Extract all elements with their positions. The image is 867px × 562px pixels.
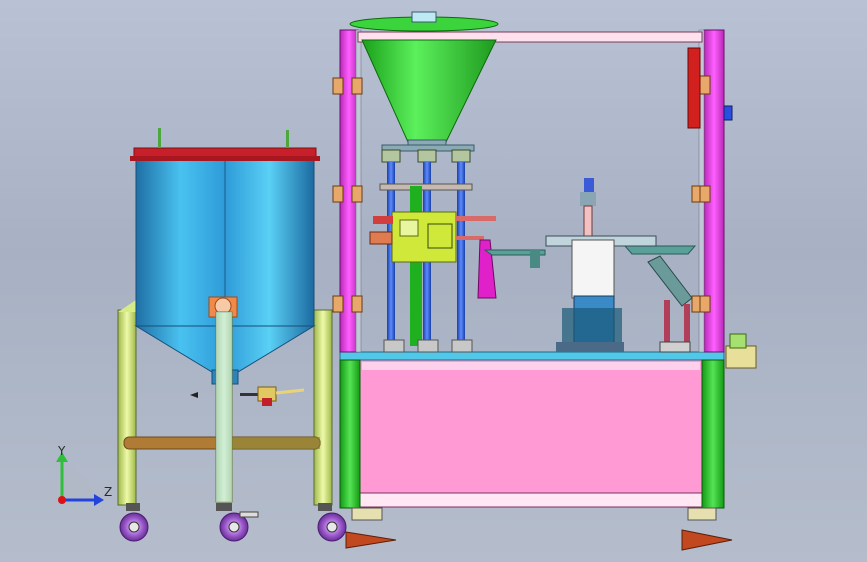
- leveling-feet: [345, 507, 733, 551]
- tank-leg-left: [117, 309, 137, 506]
- frame-leg-right: [701, 359, 725, 509]
- tank-vent-left: [158, 128, 161, 148]
- capping-head[interactable]: [545, 178, 657, 352]
- axis-label-y: Y: [57, 444, 66, 458]
- tank-vent-right: [286, 130, 289, 148]
- cabinet-base-rail: [355, 492, 707, 508]
- axis-label-z: Z: [104, 485, 112, 499]
- cabinet-panel: [359, 359, 703, 499]
- filling-machine[interactable]: [332, 11, 757, 551]
- tank-unit[interactable]: [117, 128, 347, 542]
- link-arm: [647, 255, 693, 353]
- control-box: [687, 47, 701, 129]
- frame-leg-left: [339, 359, 361, 509]
- machine-model[interactable]: Y Z: [0, 0, 867, 562]
- tank-leg-right: [313, 309, 333, 506]
- fill-nozzle: [477, 239, 497, 299]
- caster-right: [317, 503, 347, 542]
- cad-viewport[interactable]: Y Z: [0, 0, 867, 562]
- caster-left: [119, 503, 149, 542]
- side-control: [725, 333, 757, 369]
- caster-middle: [216, 503, 259, 542]
- view-orientation-triad: Y Z: [56, 444, 112, 506]
- work-table: [339, 351, 725, 361]
